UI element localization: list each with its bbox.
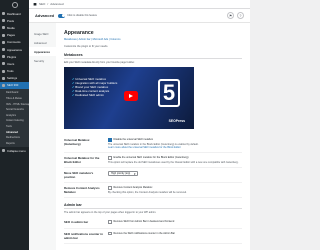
breadcrumb-separator: / — [47, 2, 49, 6]
tab-appearance[interactable]: Appearance — [29, 47, 56, 56]
checkbox-icon — [108, 220, 112, 224]
setting-label: Universal Metabox for the Block Editor — [64, 155, 100, 164]
tab-image-seo[interactable]: Image SEO — [29, 29, 56, 38]
setting-row-block-editor-metabox: Universal Metabox for the Block Editor E… — [64, 153, 242, 168]
seo-icon — [2, 83, 5, 87]
setting-row-metabox-position: Move SEO metabox's position High priorit… — [64, 168, 242, 183]
admin-bar-description: The admin bar appears on the top of your… — [64, 210, 157, 214]
setting-row-universal-metabox: Universal Metabox (Gutenberg) Disable th… — [64, 135, 242, 153]
learn-more-link[interactable]: Learn more about the universal SEO metab… — [108, 146, 242, 149]
help-button[interactable]: ? — [237, 12, 244, 19]
remove-seo-admin-bar-checkbox[interactable]: Remove SEO from Admin Bar in backend and… — [108, 220, 242, 224]
sidebar-item-plugins[interactable]: Plugins — [0, 53, 29, 60]
page-title: Advanced — [35, 13, 55, 18]
video-brand: SEOPress — [168, 119, 185, 123]
toggle-hint: Click to disable this feature — [67, 14, 98, 17]
sidebar-item-comments[interactable]: Comments — [0, 39, 29, 46]
remove-content-analysis-checkbox[interactable]: Remove Content Analysis Metabox — [108, 186, 242, 190]
page-icon — [2, 33, 5, 37]
remove-notifications-counter-checkbox[interactable]: Remove the SEO notifications counter in … — [108, 232, 242, 236]
pin-icon — [2, 19, 5, 23]
video-bullet: Dedicated SEO admin — [72, 93, 117, 97]
checkbox-icon — [108, 186, 112, 190]
setting-row-content-analysis: Remove Content Analysis Metabox Remove C… — [64, 183, 242, 198]
users-icon — [2, 62, 5, 66]
sidebar-item-seo[interactable]: SEO 360 — [0, 81, 29, 90]
collapse-icon — [2, 149, 5, 153]
video-bullet-list: Universal SEO metabox integration with a… — [72, 77, 117, 97]
setting-note: This option will replace the old SEO met… — [108, 160, 239, 164]
play-icon[interactable] — [124, 91, 138, 101]
page-header: Advanced Click to disable this feature ⚑… — [29, 9, 250, 23]
setting-label: Remove Content Analysis Metabox — [64, 185, 100, 194]
sidebar-item-users[interactable]: Users — [0, 60, 29, 67]
metaboxes-heading: Metaboxes — [64, 53, 242, 59]
admin-bar-heading: Admin bar — [64, 203, 242, 209]
section-description: Customize the plugin to fit your needs. — [64, 45, 109, 48]
checkbox-icon — [108, 231, 112, 236]
dashboard-icon — [2, 12, 5, 16]
disable-universal-metabox-checkbox[interactable]: Disable the universal SEO metabox — [108, 138, 242, 142]
checkbox-icon — [108, 138, 112, 142]
notifications-button[interactable]: ⚑ — [227, 12, 234, 19]
settings-content: Appearance Metaboxes | Admin bar | Micro… — [56, 23, 250, 250]
wordpress-icon — [11, 2, 18, 8]
breadcrumb-current: Advanced — [50, 2, 64, 6]
setting-label: Universal Metabox (Gutenberg) — [64, 138, 90, 146]
sidebar-item-media[interactable]: Media — [0, 24, 29, 31]
setting-row-seo-admin-bar: SEO in admin bar Remove SEO from Admin B… — [64, 217, 242, 229]
sidebar-item-dashboard[interactable]: Dashboard — [0, 10, 29, 17]
setting-label: SEO in admin bar — [64, 219, 89, 224]
feature-toggle[interactable] — [58, 13, 66, 18]
section-anchor-links[interactable]: Metaboxes | Admin bar | Microsoft Ads | … — [64, 38, 242, 41]
sidebar-item-tools[interactable]: Tools — [0, 68, 29, 75]
sidebar-item-pages[interactable]: Pages — [0, 32, 29, 39]
tab-advanced[interactable]: Advanced — [29, 38, 56, 47]
settings-icon — [2, 76, 5, 80]
question-icon: ? — [239, 13, 242, 18]
sidebar-item-settings[interactable]: Settings — [0, 75, 29, 82]
breadcrumb: SEO / Advanced — [29, 0, 250, 9]
wordpress-logo[interactable] — [0, 0, 29, 10]
metaboxes-description: Edit your SEO metadata directly from you… — [64, 61, 135, 64]
setting-note: By checking this option, the Content Ana… — [108, 190, 187, 194]
sidebar-item-posts[interactable]: Posts — [0, 17, 29, 24]
setting-label: Move SEO metabox's position — [64, 170, 94, 179]
plugin-icon — [2, 55, 5, 59]
tab-security[interactable]: Security — [29, 56, 56, 65]
brush-icon — [2, 48, 5, 52]
home-icon[interactable] — [33, 2, 37, 6]
admin-sidebar: Dashboard Posts Media Pages Comments App… — [0, 0, 29, 250]
enable-block-editor-metabox-checkbox[interactable]: Enable the universal SEO metabox for the… — [108, 156, 242, 160]
section-title: Appearance — [64, 30, 94, 36]
media-icon — [2, 26, 5, 30]
wrench-icon — [2, 69, 5, 73]
seo-submenu: Dashboard Titles & Metas XML - HTML Site… — [0, 89, 29, 147]
metabox-position-select[interactable]: High priority (top) — [108, 170, 138, 177]
breadcrumb-home[interactable]: SEO — [39, 2, 45, 6]
promo-video[interactable]: Universal SEO metabox integration with a… — [64, 67, 194, 129]
collapse-menu[interactable]: Collapse menu — [0, 147, 29, 154]
checkbox-icon — [108, 156, 112, 160]
setting-row-notifications-counter: SEO notifications counter in admin bar R… — [64, 229, 242, 244]
submenu-item-reports[interactable]: Reports — [0, 140, 29, 146]
bell-icon: ⚑ — [228, 13, 233, 18]
setting-label: SEO notifications counter in admin bar — [64, 231, 103, 240]
version-number: 5 — [158, 79, 180, 107]
sidebar-item-appearance[interactable]: Appearance — [0, 46, 29, 53]
settings-tabs: Image SEO Advanced Appearance Security — [29, 23, 56, 250]
comment-icon — [2, 40, 5, 44]
